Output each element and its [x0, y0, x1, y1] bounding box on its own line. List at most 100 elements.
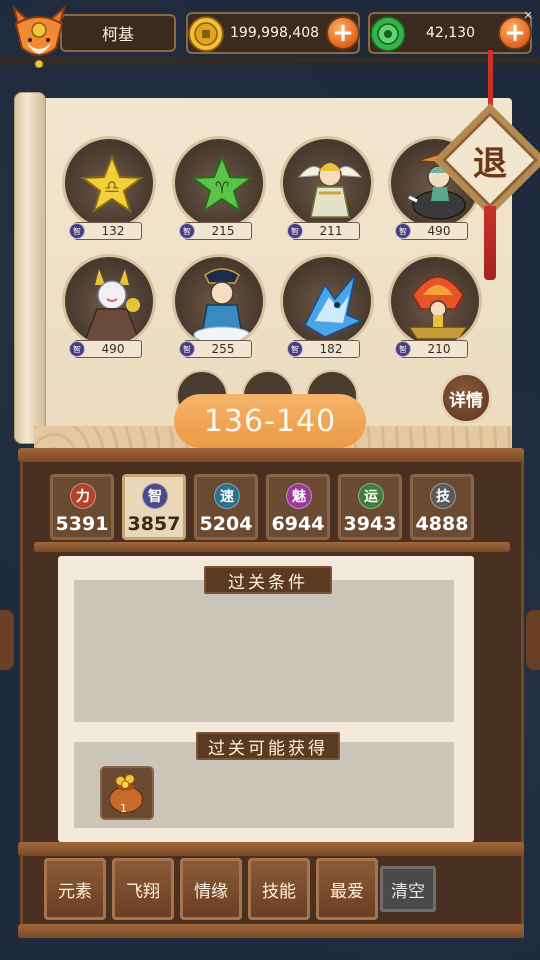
gem-bar: 42,130 + [368, 12, 532, 54]
character-portrait [280, 136, 374, 230]
character-portrait [62, 254, 156, 348]
character-slot[interactable]: ♎ 智 132 [60, 136, 158, 246]
wisdom-badge: 智 [69, 341, 85, 357]
filter-bond-button[interactable]: 情缘 [180, 858, 242, 920]
character-slot[interactable]: 智 182 [278, 254, 376, 364]
character-stat-value: 210 [427, 342, 451, 356]
tab-value: 4888 [415, 513, 469, 535]
exit-label: 退 [473, 143, 507, 184]
filter-skill-button[interactable]: 技能 [248, 858, 310, 920]
svg-text:♈: ♈ [215, 178, 229, 197]
tab-value: 5391 [55, 513, 109, 535]
left-side-tab[interactable] [0, 610, 14, 670]
strength-icon: 力 [70, 483, 96, 509]
tab-luck[interactable]: 运 3943 [338, 474, 402, 540]
speed-icon: 速 [214, 483, 240, 509]
wisdom-badge: 智 [69, 223, 85, 239]
rewards-title: 过关可能获得 [196, 732, 340, 760]
ice-beast-icon [304, 274, 363, 338]
tab-skill[interactable]: 技 4888 [410, 474, 474, 540]
character-portrait [388, 254, 482, 348]
wisdom-badge: 智 [395, 341, 411, 357]
level-range[interactable]: 136-140 [174, 394, 366, 448]
wisdom-badge: 智 [287, 223, 303, 239]
character-stat-value: 182 [319, 342, 343, 356]
character-slot[interactable]: ♈ 智 215 [170, 136, 268, 246]
wisdom-badge: 智 [287, 341, 303, 357]
clear-button[interactable]: 清空 [380, 866, 436, 912]
fire-boat-icon [407, 276, 469, 340]
coin-amount: 199,998,408 [230, 25, 320, 41]
fox-lady-icon [83, 269, 141, 342]
character-stat: 智 132 [69, 222, 142, 240]
gem-amount: 42,130 [426, 25, 475, 41]
character-slot[interactable]: 智 255 [170, 254, 268, 364]
character-portrait [172, 254, 266, 348]
character-stat-value: 215 [211, 224, 235, 238]
libra-star-icon: ♎ [80, 154, 144, 214]
close-icon[interactable]: ✕ [522, 10, 534, 22]
character-slot[interactable]: 智 211 [278, 136, 376, 246]
tab-value: 3943 [343, 513, 397, 535]
luck-icon: 运 [358, 483, 384, 509]
character-portrait: ♎ [62, 136, 156, 230]
character-stat: 智 215 [179, 222, 252, 240]
detail-button[interactable]: 详情 [440, 372, 492, 424]
conditions-box [74, 580, 454, 722]
character-stat-value: 490 [101, 342, 125, 356]
character-stat: 智 211 [287, 222, 360, 240]
gold-bag-icon [108, 774, 144, 814]
character-stat: 智 182 [287, 340, 360, 358]
filter-favorite-button[interactable]: 最爱 [316, 858, 378, 920]
fox-avatar-icon[interactable] [6, 2, 72, 68]
tab-wisdom[interactable]: 智 3857 [122, 474, 186, 540]
right-side-tab[interactable] [526, 610, 540, 670]
character-portrait [280, 254, 374, 348]
character-slot[interactable]: 智 210 [386, 254, 484, 364]
cloud-scholar-icon [193, 268, 251, 344]
tab-strength[interactable]: 力 5391 [50, 474, 114, 540]
tab-speed[interactable]: 速 5204 [194, 474, 258, 540]
character-slot[interactable]: 智 490 [60, 254, 158, 364]
player-name[interactable]: 柯基 [60, 14, 176, 52]
filter-element-button[interactable]: 元素 [44, 858, 106, 920]
stat-tabs: 力 5391 智 3857 速 5204 魅 6944 运 3943 技 488… [50, 474, 490, 542]
filter-bar: 元素 飞翔 情缘 技能 最爱 [44, 858, 378, 920]
conditions-title: 过关条件 [204, 566, 332, 594]
tab-value: 5204 [199, 513, 253, 535]
character-portrait: ♈ [172, 136, 266, 230]
winged-warrior-icon [297, 163, 363, 218]
reward-item[interactable] [100, 766, 154, 820]
coin-bar: 199,998,408 + [186, 12, 360, 54]
character-stat-value: 211 [319, 224, 343, 238]
character-stat-value: 132 [101, 224, 125, 238]
plus-icon: + [332, 18, 354, 48]
green-star-icon: ♈ [190, 154, 254, 214]
wisdom-badge: 智 [395, 223, 411, 239]
filter-flying-button[interactable]: 飞翔 [112, 858, 174, 920]
tab-value: 6944 [271, 513, 325, 535]
plus-icon: + [504, 18, 526, 48]
charm-icon: 魅 [286, 483, 312, 509]
wisdom-badge: 智 [179, 223, 195, 239]
exit-button[interactable]: 退 [433, 50, 540, 280]
wisdom-icon: 智 [142, 483, 168, 509]
character-stat: 智 210 [395, 340, 468, 358]
add-coins-button[interactable]: + [326, 16, 360, 50]
gold-coin-icon [188, 16, 224, 52]
skill-icon: 技 [430, 483, 456, 509]
tab-charm[interactable]: 魅 6944 [266, 474, 330, 540]
reward-count: 1 [120, 802, 127, 815]
board-rail [18, 924, 524, 938]
board-rail [18, 842, 524, 856]
exit-tassel [484, 206, 496, 280]
board-rail [18, 448, 524, 462]
character-stat: 智 490 [69, 340, 142, 358]
tab-value: 3857 [127, 513, 181, 535]
character-stat: 智 255 [179, 340, 252, 358]
svg-text:♎: ♎ [104, 177, 120, 198]
board-rail [34, 542, 510, 552]
jade-coin-icon [370, 16, 406, 52]
character-stat-value: 255 [211, 342, 235, 356]
wisdom-badge: 智 [179, 341, 195, 357]
